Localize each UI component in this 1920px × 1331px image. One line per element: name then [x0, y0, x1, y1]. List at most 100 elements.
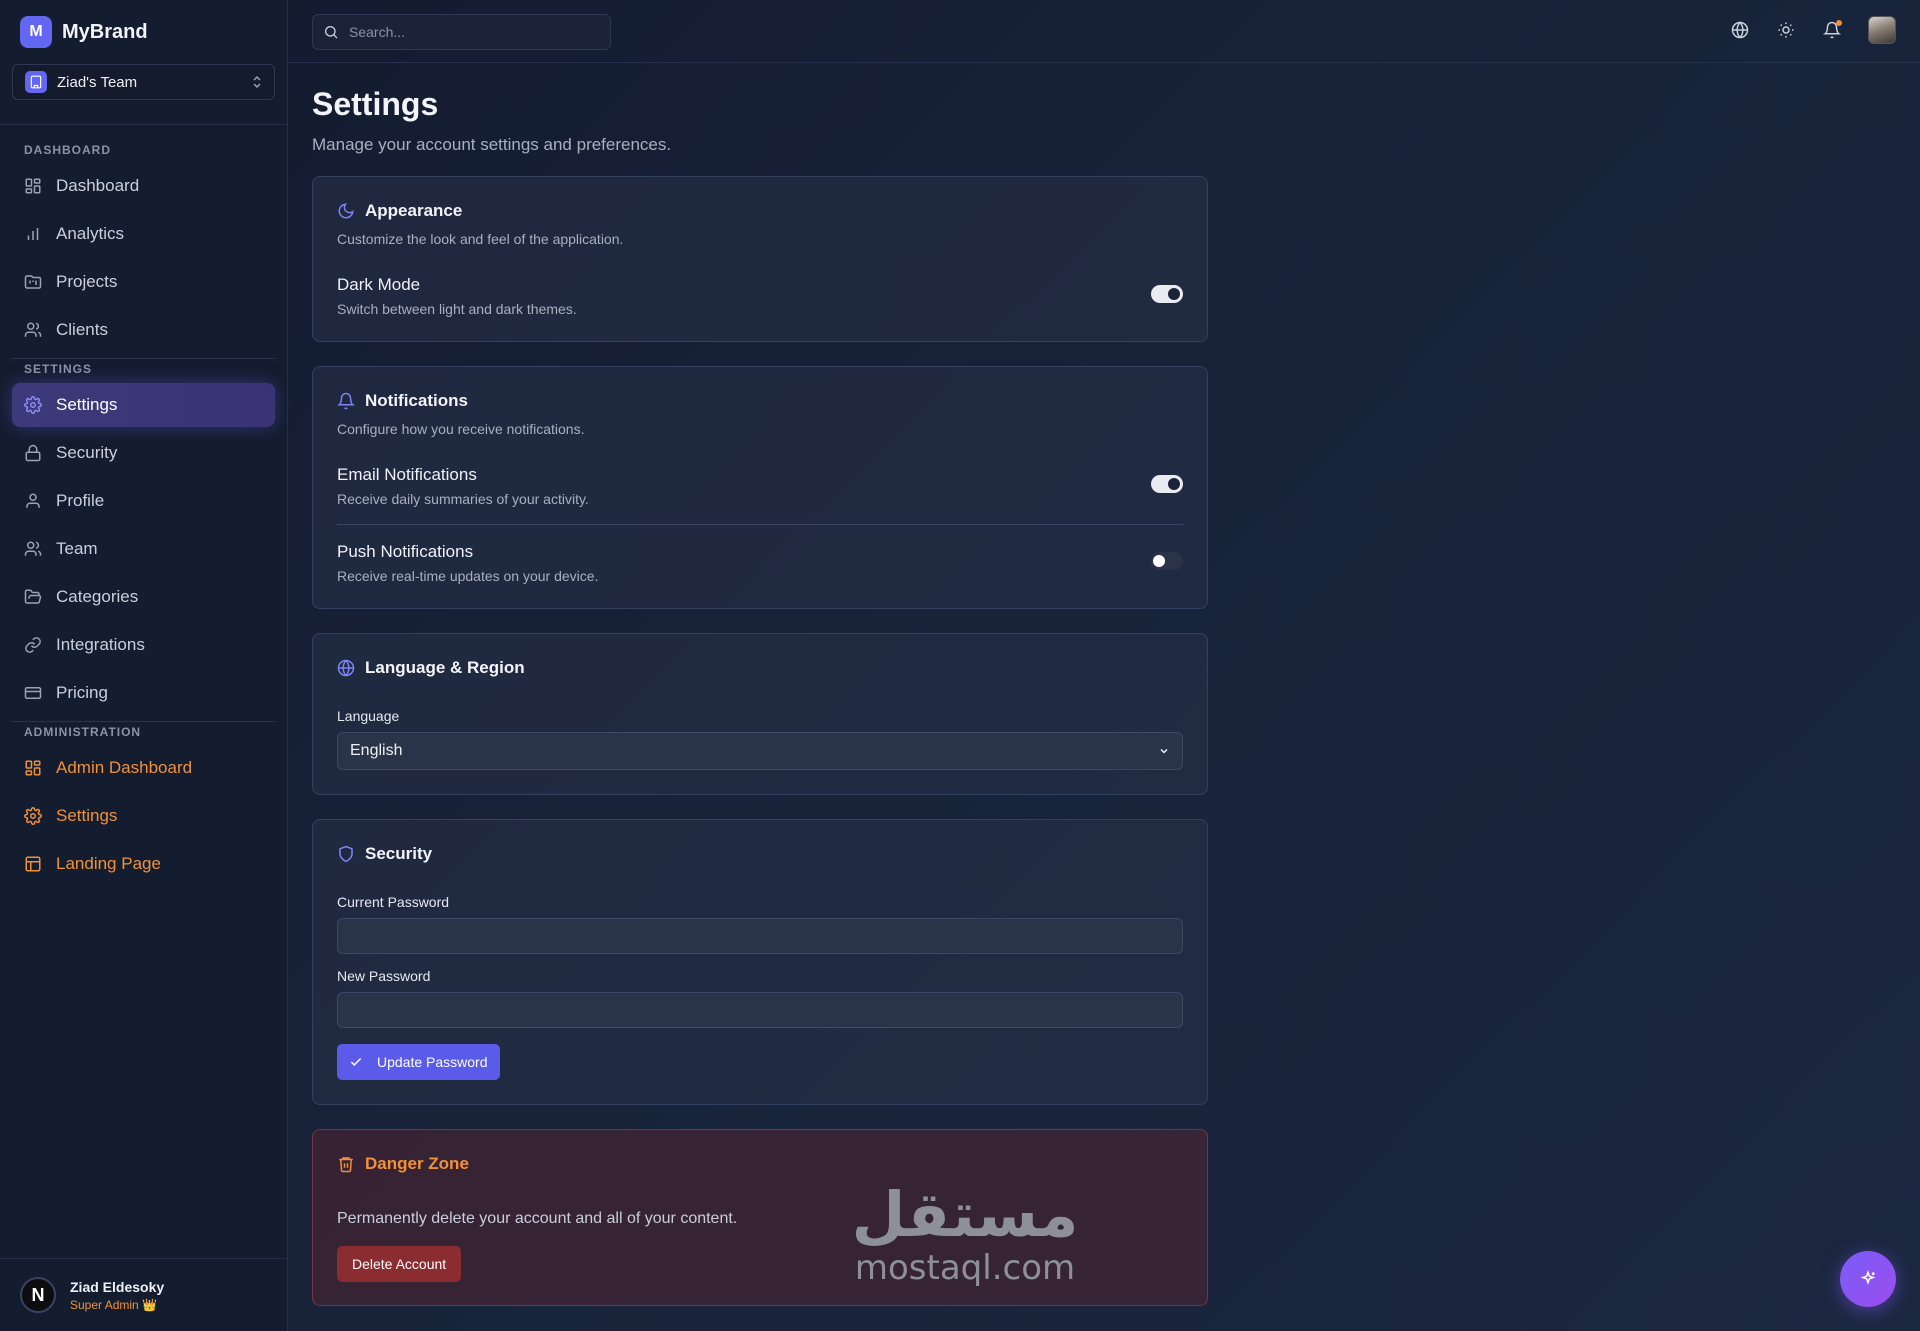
search-icon [325, 26, 338, 39]
shield-icon [339, 845, 353, 863]
sidebar-item-label: Integrations [56, 635, 145, 654]
link-icon [25, 637, 41, 653]
sidebar-nav: DASHBOARD Dashboard Analytics Projects C… [12, 140, 275, 886]
users-icon [24, 541, 42, 556]
user-name: Ziad Eldesoky [70, 1278, 165, 1295]
language-label: Language [337, 708, 400, 724]
brand-name: MyBrand [62, 20, 148, 43]
bell-icon [337, 392, 355, 410]
sidebar-item-settings[interactable]: Settings [12, 383, 275, 427]
gear-icon [24, 396, 42, 414]
sidebar-item-profile[interactable]: Profile [12, 479, 275, 523]
push-notifications-toggle[interactable] [1151, 552, 1183, 570]
update-password-button[interactable]: Update Password [337, 1044, 500, 1080]
sidebar-item-categories[interactable]: Categories [12, 575, 275, 619]
page-subtitle: Manage your account settings and prefere… [312, 135, 672, 154]
sidebar-item-integrations[interactable]: Integrations [12, 623, 275, 667]
notification-dot [1836, 20, 1842, 26]
sidebar-item-admin-dashboard[interactable]: Admin Dashboard [12, 746, 275, 790]
row-title: Email Notifications [337, 465, 477, 484]
notifications-card: Notifications Configure how you receive … [312, 366, 1208, 609]
avatar: N [20, 1277, 56, 1313]
email-notifications-row: Email Notifications Receive daily summar… [337, 465, 1183, 507]
sidebar-item-label: Landing Page [56, 854, 161, 873]
current-password-field[interactable] [337, 918, 1183, 954]
sidebar-item-label: Security [56, 443, 118, 462]
sidebar-item-label: Team [56, 539, 98, 558]
sidebar-item-projects[interactable]: Projects [12, 260, 275, 304]
sidebar-item-analytics[interactable]: Analytics [12, 212, 275, 256]
main-content: Settings Manage your account settings an… [312, 86, 1208, 1306]
sidebar-item-pricing[interactable]: Pricing [12, 671, 275, 715]
user-profile[interactable]: N Ziad Eldesoky Super Admin 👑 [0, 1258, 288, 1331]
layout-dashboard-icon [25, 760, 41, 776]
sidebar-item-label: Pricing [56, 683, 108, 702]
search-box[interactable] [312, 14, 611, 50]
sidebar-item-label: Categories [56, 587, 139, 606]
security-card: Security Current Password New Password U… [312, 819, 1208, 1105]
sun-icon[interactable] [1776, 20, 1796, 40]
card-title: Danger Zone [365, 1154, 469, 1173]
new-password-field[interactable] [337, 992, 1183, 1028]
divider [0, 124, 288, 125]
watermark-arabic: مستقل [851, 1178, 1079, 1251]
language-card: Language & Region Language English [312, 633, 1208, 795]
sidebar-item-dashboard[interactable]: Dashboard [12, 164, 275, 208]
avatar[interactable] [1868, 16, 1896, 44]
selected-value: English [350, 742, 403, 759]
watermark: مستقل mostaql.com [845, 1178, 1085, 1288]
sidebar: M MyBrand Ziad's Team DASHBOARD Dashboar… [0, 0, 288, 1331]
button-label: Delete Account [352, 1256, 447, 1272]
users-icon [24, 322, 42, 337]
sidebar-item-landing-page[interactable]: Landing Page [12, 842, 275, 886]
section-label-administration: ADMINISTRATION [24, 725, 142, 739]
language-select[interactable]: English [337, 732, 1183, 770]
sidebar-item-label: Clients [56, 320, 108, 339]
email-notifications-toggle[interactable] [1151, 475, 1183, 493]
card-description: Customize the look and feel of the appli… [337, 231, 624, 247]
sidebar-item-label: Profile [56, 491, 105, 510]
brand[interactable]: M MyBrand [20, 16, 148, 48]
row-description: Receive daily summaries of your activity… [337, 491, 589, 507]
sidebar-item-label: Settings [56, 806, 118, 825]
danger-zone-card: Danger Zone Permanently delete your acco… [312, 1129, 1208, 1306]
sparkles-icon [1860, 1270, 1876, 1286]
folder-kanban-icon [24, 275, 42, 289]
page-title: Settings [312, 86, 439, 122]
globe-icon[interactable] [1730, 20, 1750, 40]
user-role: Super Admin 👑 [70, 1297, 157, 1312]
topbar [288, 0, 1920, 63]
row-title: Push Notifications [337, 542, 474, 561]
folder-open-icon [24, 589, 42, 604]
card-title: Appearance [365, 201, 463, 220]
layout-dashboard-icon [25, 178, 41, 194]
sidebar-item-label: Projects [56, 272, 118, 291]
dark-mode-toggle[interactable] [1151, 285, 1183, 303]
card-description: Configure how you receive notifications. [337, 421, 585, 437]
bell-icon[interactable] [1822, 20, 1842, 40]
bar-chart-icon [27, 228, 39, 240]
row-title: Dark Mode [337, 275, 421, 294]
user-icon [26, 493, 40, 508]
sidebar-item-admin-settings[interactable]: Settings [12, 794, 275, 838]
dark-mode-row: Dark Mode Switch between light and dark … [337, 275, 1183, 317]
divider [337, 524, 1183, 525]
row-description: Receive real-time updates on your device… [337, 568, 599, 584]
push-notifications-row: Push Notifications Receive real-time upd… [337, 542, 1183, 584]
gear-icon [24, 807, 42, 825]
watermark-latin: mostaql.com [854, 1248, 1076, 1288]
sidebar-item-security[interactable]: Security [12, 431, 275, 475]
credit-card-icon [24, 687, 42, 699]
search-input[interactable] [349, 24, 589, 40]
button-label: Update Password [377, 1054, 488, 1070]
moon-icon [338, 203, 354, 219]
ai-assistant-button[interactable] [1840, 1251, 1896, 1307]
team-switcher[interactable]: Ziad's Team [12, 64, 275, 100]
sidebar-item-clients[interactable]: Clients [12, 308, 275, 352]
sidebar-item-team[interactable]: Team [12, 527, 275, 571]
delete-account-button[interactable]: Delete Account [337, 1246, 462, 1282]
building-icon [25, 71, 47, 93]
chevrons-up-down-icon [252, 75, 262, 90]
section-label-settings: SETTINGS [24, 362, 93, 376]
team-name: Ziad's Team [57, 73, 138, 91]
